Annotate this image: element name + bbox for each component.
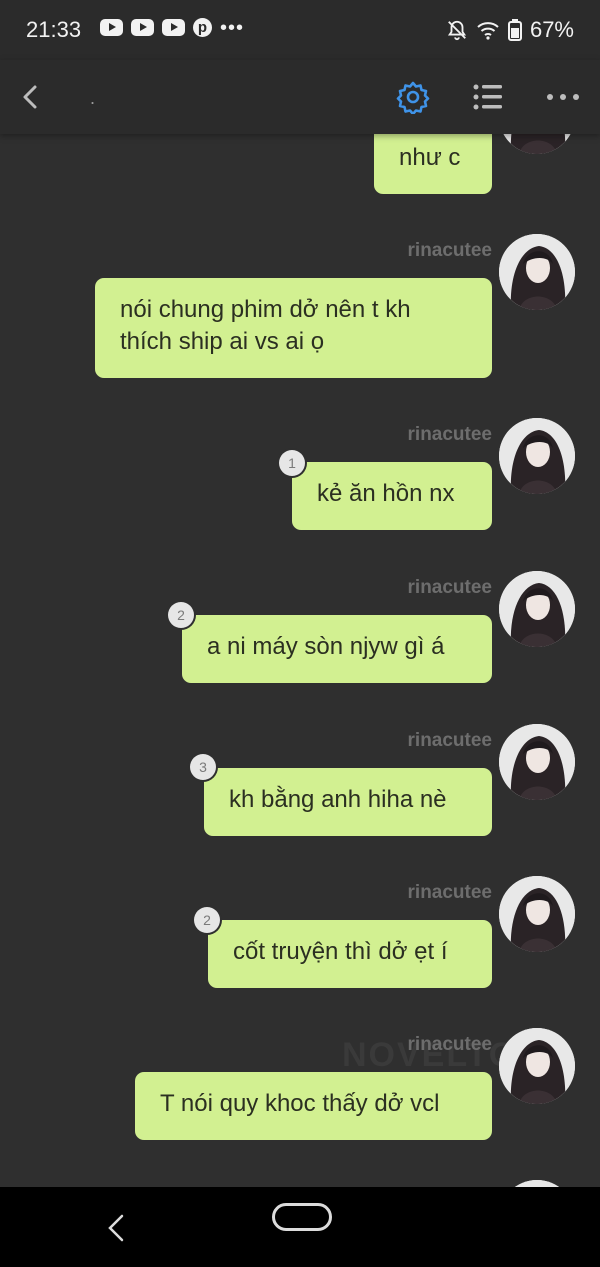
- avatar[interactable]: [499, 876, 575, 952]
- avatar-image: [499, 134, 575, 154]
- avatar-image: [499, 1180, 575, 1187]
- message-bubble[interactable]: kh bằng anh hiha nè: [204, 768, 492, 836]
- message-bubble[interactable]: cốt truyện thì dở ẹt í: [208, 920, 492, 988]
- avatar-image: [499, 418, 575, 494]
- nav-home-button[interactable]: [272, 1203, 332, 1231]
- message-bubble[interactable]: T nói quy khoc thấy dở vcl: [135, 1072, 492, 1140]
- message-text: như c: [399, 144, 461, 171]
- youtube-icon: [100, 19, 123, 36]
- message-author: rinacutee: [407, 424, 492, 445]
- battery-icon: [507, 19, 522, 41]
- reaction-badge[interactable]: 2: [168, 602, 194, 628]
- message-text: a ni máy sòn njyw gì á: [207, 633, 445, 660]
- status-right: 67%: [446, 17, 574, 43]
- message-author: rinacutee: [407, 730, 492, 751]
- avatar[interactable]: [499, 724, 575, 800]
- message-bubble[interactable]: như c: [374, 134, 492, 194]
- header-title: .: [90, 88, 96, 108]
- pinterest-icon: p: [193, 18, 212, 37]
- wifi-icon: [477, 22, 499, 40]
- avatar-image: [499, 571, 575, 647]
- message-author: rinacutee: [407, 240, 492, 261]
- youtube-icon: [131, 19, 154, 36]
- message-text: kh bằng anh hiha nè: [229, 786, 447, 813]
- avatar-image: [499, 1028, 575, 1104]
- message-list[interactable]: NOVELTO như c rinacutee nói chung phim d…: [0, 134, 600, 1187]
- system-nav-bar: [0, 1187, 600, 1267]
- youtube-icon: [162, 19, 185, 36]
- avatar[interactable]: [499, 134, 575, 154]
- reaction-badge[interactable]: 2: [194, 907, 220, 933]
- message-text: cốt truyện thì dở ẹt í: [233, 938, 448, 965]
- list-icon[interactable]: [472, 82, 504, 112]
- avatar[interactable]: [499, 1028, 575, 1104]
- avatar-image: [499, 724, 575, 800]
- bell-off-icon: [447, 20, 466, 41]
- notification-icons: p •••: [100, 16, 245, 39]
- status-time: 21:33: [26, 17, 82, 42]
- message-author: rinacutee: [407, 577, 492, 598]
- reaction-badge[interactable]: 1: [279, 450, 305, 476]
- message-bubble[interactable]: a ni máy sòn njyw gì á: [182, 615, 492, 683]
- avatar-image: [499, 876, 575, 952]
- nav-back-icon[interactable]: [104, 1213, 130, 1243]
- avatar[interactable]: [499, 1180, 575, 1187]
- avatar-image: [499, 234, 575, 310]
- more-dots-icon: •••: [220, 16, 245, 39]
- more-icon[interactable]: [546, 90, 580, 104]
- message-text: T nói quy khoc thấy dở vcl: [160, 1090, 440, 1117]
- battery-percent: 67%: [529, 17, 574, 42]
- message-text: kẻ ăn hồn nx: [317, 480, 455, 507]
- message-text: nói chung phim dở nên t kh thích ship ai…: [120, 296, 411, 355]
- message-author: rinacutee: [407, 882, 492, 903]
- status-bar: 21:33 p ••• 67%: [0, 0, 600, 60]
- chat-header: .: [0, 60, 600, 134]
- reaction-badge[interactable]: 3: [190, 754, 216, 780]
- message-bubble[interactable]: kẻ ăn hồn nx: [292, 462, 492, 530]
- message-author: rinacutee: [407, 1034, 492, 1055]
- back-icon[interactable]: [16, 82, 46, 112]
- avatar[interactable]: [499, 571, 575, 647]
- message-bubble[interactable]: nói chung phim dở nên t kh thích ship ai…: [95, 278, 492, 378]
- gear-icon[interactable]: [396, 80, 430, 114]
- avatar[interactable]: [499, 234, 575, 310]
- avatar[interactable]: [499, 418, 575, 494]
